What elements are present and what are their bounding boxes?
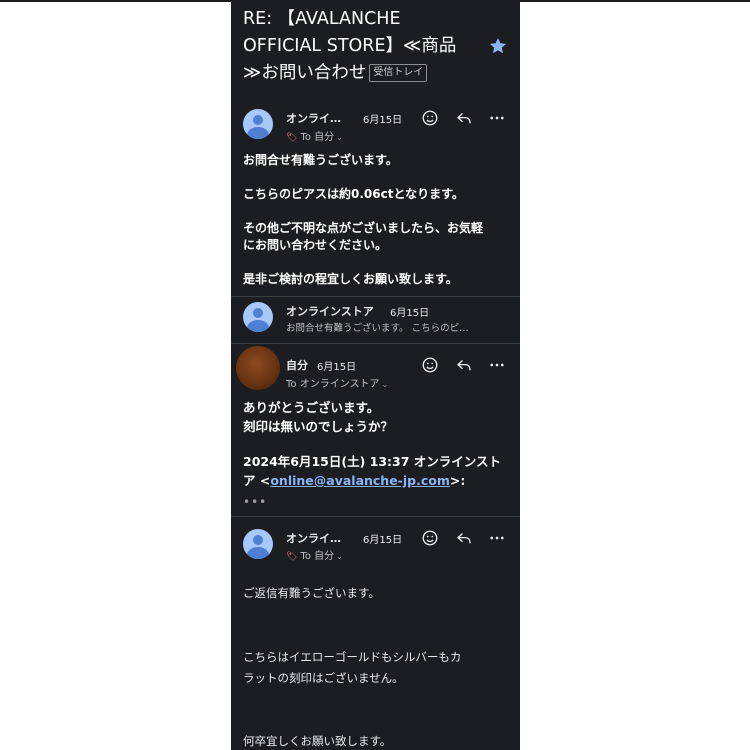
sender-avatar[interactable] (243, 529, 273, 559)
body-line: ありがとうございます。 (243, 400, 380, 415)
subject-title: RE: 【AVALANCHE OFFICIAL STORE】≪商品 ≫お問い合わ… (243, 6, 483, 87)
body-line: ご返信有難うございます。 (243, 586, 380, 600)
body-line: 何卒宜しくお願い致します。 (243, 734, 392, 748)
sender-avatar[interactable] (243, 109, 273, 139)
label-icon: 🏷 (286, 552, 298, 562)
emoji-icon[interactable] (421, 356, 439, 374)
sender-avatar[interactable] (243, 302, 273, 332)
body-line: こちらはイエローゴールドもシルバーもカ (243, 650, 462, 664)
recipient-row[interactable]: 🏷 To 自分 ⌄ (286, 128, 343, 143)
my-avatar[interactable] (236, 346, 280, 390)
recipient-text: To 自分 (300, 132, 335, 143)
star-icon[interactable] (488, 36, 508, 56)
message-date: 6月15日 (390, 308, 430, 319)
body-line: 是非ご検討の程宜しくお願い致します。 (243, 272, 458, 286)
recipient-text: To オンラインストア (286, 379, 380, 390)
subject-line-1: RE: 【AVALANCHE (243, 9, 401, 29)
quote-header: 2024年6月15日(土) 13:37 オンラインストア <online@ava… (243, 452, 513, 490)
sender-name: 自分 (286, 359, 308, 372)
email-link[interactable]: online@avalanche-jp.com (270, 473, 450, 488)
show-trimmed-content-button[interactable]: ••• (243, 495, 267, 509)
reply-icon[interactable] (455, 529, 473, 547)
emoji-icon[interactable] (421, 529, 439, 547)
message-date: 6月15日 (317, 362, 357, 373)
message-body: ありがとうございます。 刻印は無いのでしょうか？ (243, 398, 393, 436)
more-icon[interactable] (488, 529, 506, 547)
body-line: 刻印は無いのでしょうか？ (243, 419, 394, 434)
chevron-down-icon: ⌄ (381, 380, 389, 389)
message-date: 6月15日 (363, 115, 403, 126)
label-icon: 🏷 (286, 133, 298, 143)
subject-line-3: ≫お問い合わせ (243, 63, 367, 83)
body-line: にお問い合わせください。 (243, 238, 388, 252)
body-line: お問合せ有難うございます。 (243, 153, 398, 167)
message-divider (231, 343, 520, 344)
message-date: 6月15日 (363, 535, 403, 546)
chevron-down-icon: ⌄ (336, 552, 343, 561)
body-line: その他ご不明な点がございましたら、お気軽 (243, 221, 484, 235)
reply-icon[interactable] (455, 356, 473, 374)
quote-suffix: >: (449, 473, 466, 488)
reply-icon[interactable] (455, 109, 473, 127)
subject-line-2: OFFICIAL STORE】≪商品 (243, 36, 457, 56)
sender-name[interactable]: オンラインストア (286, 303, 374, 319)
message-divider (231, 296, 520, 297)
message-body: お問合せ有難うございます。 こちらのピアスは約0.06ctとなります。 その他ご… (243, 152, 483, 288)
sender-name: オンライ… (286, 532, 341, 545)
more-icon[interactable] (488, 109, 506, 127)
message-snippet[interactable]: お問合せ有難うございます。 こちらのピ… (286, 320, 469, 334)
email-thread-screen: RE: 【AVALANCHE OFFICIAL STORE】≪商品 ≫お問い合わ… (231, 0, 520, 750)
recipient-text: To 自分 (300, 551, 335, 562)
body-line: こちらのピアスは約0.06ctとなります。 (243, 187, 464, 201)
emoji-icon[interactable] (421, 109, 439, 127)
sender-name: オンライ… (286, 112, 341, 125)
recipient-row[interactable]: 🏷 To 自分 ⌄ (286, 547, 343, 562)
recipient-row[interactable]: To オンラインストア ⌄ (286, 375, 388, 390)
body-line: ラットの刻印はございません。 (243, 671, 404, 685)
more-icon[interactable] (488, 356, 506, 374)
chevron-down-icon: ⌄ (336, 133, 343, 142)
message-divider (231, 516, 520, 517)
inbox-label-chip[interactable]: 受信トレイ (369, 64, 428, 82)
